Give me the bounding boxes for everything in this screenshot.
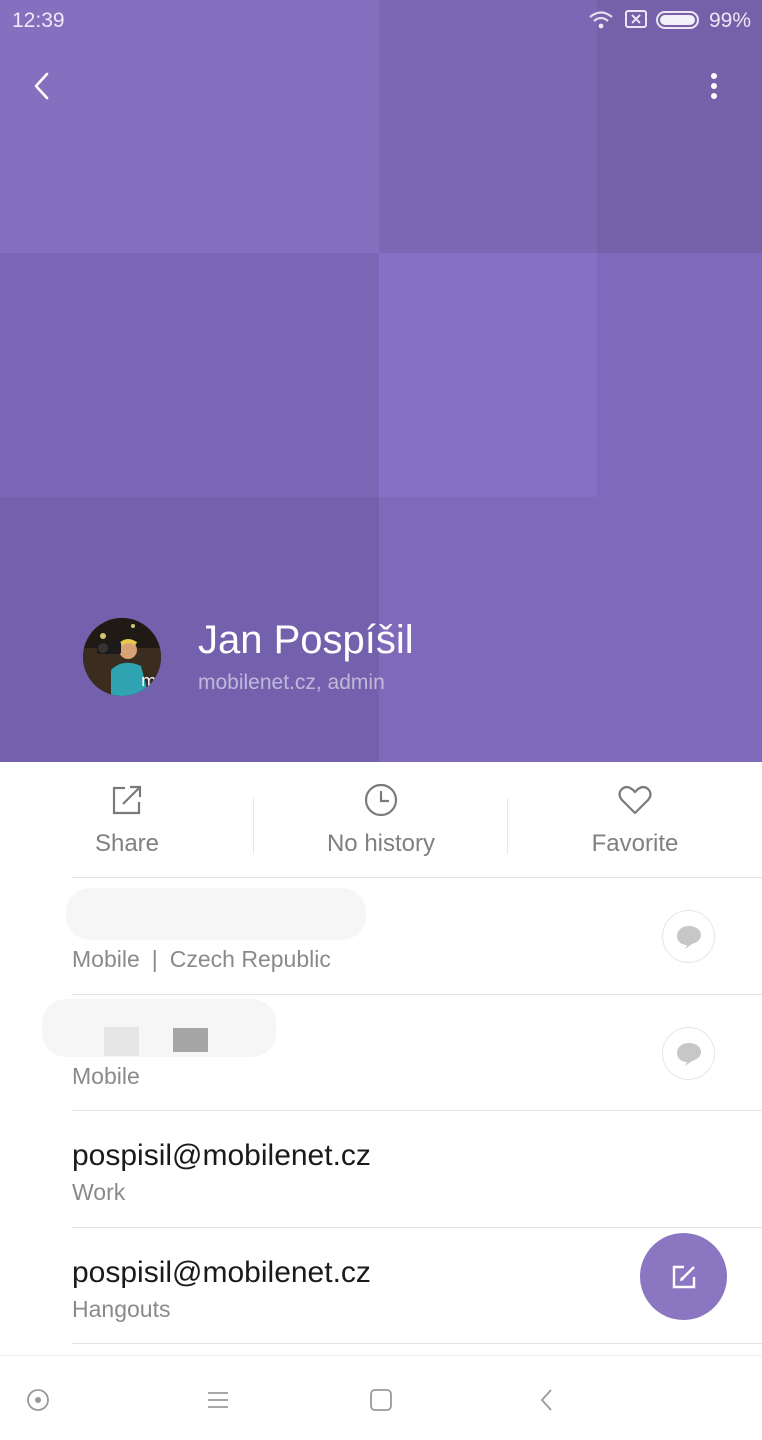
header-tile [0, 253, 379, 497]
phone-region: Czech Republic [169, 946, 331, 972]
edit-contact-button[interactable] [640, 1233, 727, 1320]
assistant-button[interactable] [18, 1380, 58, 1420]
system-nav-bar [0, 1355, 762, 1440]
battery-icon [656, 11, 699, 29]
phone-type: Mobile | Czech Republic [72, 946, 331, 973]
favorite-label: Favorite [591, 830, 679, 857]
redacted-block [173, 1028, 208, 1052]
sim-disabled-icon [625, 10, 647, 28]
contact-header: 12:39 99% m Jan Pospíšil mobilenet.cz, a… [0, 0, 762, 762]
heart-icon [618, 785, 652, 815]
share-label: Share [94, 830, 160, 857]
email-address: pospisil@mobilenet.cz [72, 1256, 371, 1289]
message-icon [676, 925, 701, 949]
record-icon [27, 1389, 49, 1411]
home-button[interactable] [361, 1380, 401, 1420]
action-bar: Share No history Favorite [0, 762, 762, 878]
edit-icon [672, 1265, 695, 1288]
email-type: Hangouts [72, 1296, 171, 1322]
system-back-button[interactable] [527, 1380, 567, 1420]
history-label: No history [326, 830, 436, 857]
header-tile [379, 497, 762, 762]
status-time: 12:39 [12, 9, 65, 32]
back-button[interactable] [24, 66, 60, 106]
home-square-icon [370, 1389, 392, 1411]
favorite-button[interactable]: Favorite [508, 762, 762, 878]
message-icon [676, 1042, 701, 1066]
menu-icon [208, 1392, 228, 1408]
contact-avatar: m [83, 618, 161, 696]
email-row-work[interactable]: pospisil@mobilenet.cz Work [0, 1111, 762, 1227]
contact-detail-screen: 12:39 99% m Jan Pospíšil mobilenet.cz, a… [0, 0, 762, 1440]
status-bar: 12:39 99% [0, 0, 762, 40]
clock-icon [364, 783, 398, 817]
list-divider [72, 1343, 762, 1344]
share-button[interactable]: Share [0, 762, 254, 878]
back-icon [540, 1389, 552, 1411]
send-message-button[interactable] [662, 910, 715, 963]
separator: | [151, 946, 158, 972]
avatar-photo: m [83, 618, 161, 696]
redacted-number [66, 888, 366, 940]
contact-company: mobilenet.cz, admin [198, 671, 385, 694]
more-vertical-icon [711, 73, 717, 99]
email-type: Work [72, 1179, 126, 1205]
recent-apps-button[interactable] [198, 1380, 238, 1420]
email-address: pospisil@mobilenet.cz [72, 1139, 371, 1172]
contact-name: Jan Pospíšil [198, 618, 414, 662]
phone-row-1[interactable]: Mobile | Czech Republic [0, 878, 762, 994]
send-message-button[interactable] [662, 1027, 715, 1080]
phone-type: Mobile [72, 1063, 140, 1089]
more-options-button[interactable] [698, 66, 730, 106]
header-tile [379, 253, 597, 497]
phone-row-2[interactable]: Mobile [0, 995, 762, 1111]
wifi-icon [589, 11, 613, 29]
history-button[interactable]: No history [254, 762, 508, 878]
redacted-number [42, 999, 276, 1057]
phone-type-label: Mobile [72, 946, 140, 972]
battery-percentage: 99% [709, 9, 752, 32]
chevron-left-icon [34, 72, 49, 100]
header-tile [597, 253, 762, 497]
redacted-block [104, 1027, 139, 1056]
share-icon [112, 785, 142, 815]
